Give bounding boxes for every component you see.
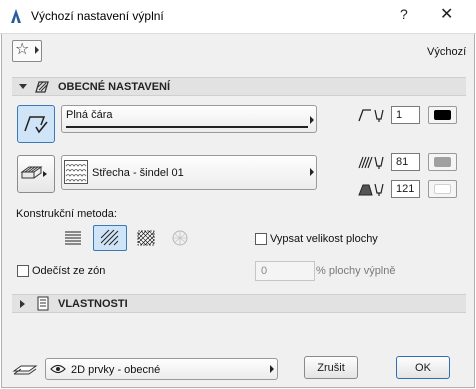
pen-number-field[interactable]: 1 bbox=[391, 106, 420, 124]
line-type-label: Plná čára bbox=[66, 109, 113, 121]
section-properties-title: VLASTNOSTI bbox=[58, 298, 128, 310]
collapse-arrow-icon[interactable] bbox=[19, 84, 27, 89]
chevron-right-icon bbox=[270, 365, 274, 373]
construction-method-label: Konstrukční metoda: bbox=[16, 208, 117, 220]
preset-label: Výchozí bbox=[427, 46, 467, 58]
show-area-checkbox[interactable] bbox=[255, 233, 267, 245]
line-preview bbox=[66, 126, 308, 128]
bg-pen-icon bbox=[358, 183, 384, 196]
pen-icon bbox=[358, 109, 384, 122]
show-area-label: Vypsat velikost plochy bbox=[270, 233, 378, 245]
subtract-zones-label: Odečíst ze zón bbox=[32, 265, 106, 277]
subtract-percent-suffix: % plochy výplně bbox=[316, 265, 396, 277]
app-icon bbox=[11, 9, 21, 23]
fill-category-icon bbox=[20, 166, 47, 179]
section-general-title: OBECNÉ NASTAVENÍ bbox=[58, 81, 171, 93]
bg-pen-color-swatch bbox=[434, 184, 451, 194]
fg-pen-icon bbox=[358, 156, 384, 169]
line-type-icon bbox=[24, 116, 48, 134]
fill-settings-icon bbox=[35, 81, 49, 93]
help-button[interactable]: ? bbox=[400, 6, 408, 22]
close-button[interactable]: ✕ bbox=[440, 4, 453, 24]
fill-type-label: Střecha - šindel 01 bbox=[92, 167, 184, 179]
subtract-percent-field: 0 bbox=[255, 261, 315, 281]
star-icon: ☆ bbox=[15, 41, 30, 58]
eye-icon bbox=[50, 364, 66, 374]
method-full-icon[interactable] bbox=[63, 229, 83, 247]
window-title: Výchozí nastavení výplní bbox=[31, 9, 164, 23]
pen-color-button[interactable] bbox=[428, 106, 457, 124]
method-cross-icon[interactable] bbox=[136, 229, 156, 247]
favorites-caret-icon bbox=[35, 46, 39, 54]
layer-icon bbox=[12, 365, 38, 375]
bg-pen-field[interactable]: 121 bbox=[391, 180, 420, 198]
fill-type-icon bbox=[64, 160, 88, 184]
layer-label: 2D prvky - obecné bbox=[71, 364, 161, 376]
fg-pen-field[interactable]: 81 bbox=[391, 153, 420, 171]
subtract-zones-checkbox[interactable] bbox=[17, 265, 29, 277]
properties-icon bbox=[37, 296, 49, 311]
method-disabled-icon bbox=[172, 230, 188, 246]
fg-pen-color-swatch bbox=[434, 157, 451, 167]
chevron-right-icon bbox=[310, 116, 314, 124]
cancel-button[interactable]: Zrušit bbox=[304, 356, 358, 379]
pen-color-swatch bbox=[434, 110, 451, 120]
chevron-right-icon bbox=[310, 168, 314, 176]
expand-arrow-icon[interactable] bbox=[20, 300, 25, 308]
bg-pen-color-button[interactable] bbox=[428, 180, 457, 198]
method-hatch-icon bbox=[100, 229, 119, 246]
fg-pen-color-button[interactable] bbox=[428, 153, 457, 171]
ok-button[interactable]: OK bbox=[396, 356, 450, 379]
